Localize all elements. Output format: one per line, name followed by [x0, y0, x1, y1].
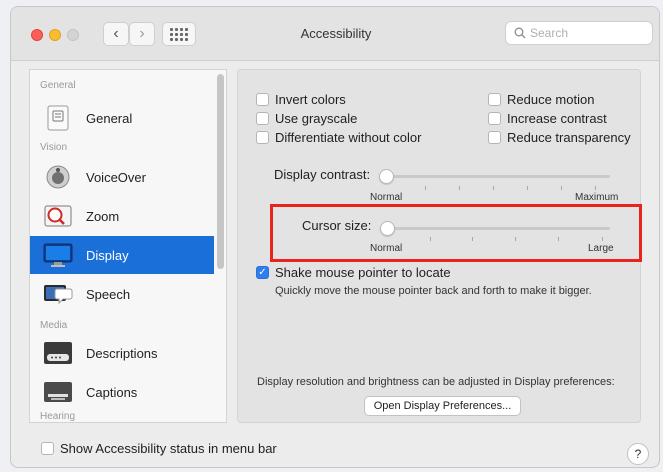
checkbox-box[interactable] — [488, 131, 501, 144]
cursor-size-highlight — [270, 204, 642, 262]
checkbox-label: Invert colors — [275, 92, 346, 107]
sidebar-item-label: Descriptions — [86, 345, 158, 361]
slider-tick — [459, 186, 460, 190]
checkbox-box[interactable] — [41, 442, 54, 455]
display-contrast-label: Display contrast: — [274, 167, 371, 182]
differentiate-without-color-checkbox[interactable]: Differentiate without color — [256, 130, 421, 145]
group-general-header: General — [40, 80, 76, 91]
sidebar-item-label: Speech — [86, 286, 131, 302]
checkbox-box[interactable]: ✓ — [256, 266, 269, 279]
display-prefs-note: Display resolution and brightness can be… — [257, 376, 615, 388]
show-status-in-menu-bar-checkbox[interactable]: Show Accessibility status in menu bar — [41, 441, 277, 456]
shake-description: Quickly move the mouse pointer back and … — [275, 285, 592, 297]
captions-icon — [42, 378, 74, 406]
invert-colors-checkbox[interactable]: Invert colors — [256, 92, 346, 107]
slider-knob[interactable] — [379, 169, 394, 184]
sidebar-item-speech[interactable]: Speech — [30, 275, 214, 313]
checkbox-box[interactable] — [256, 131, 269, 144]
checkbox-label: Use grayscale — [275, 111, 358, 126]
contrast-min-label: Normal — [370, 192, 403, 203]
speech-icon — [42, 280, 74, 308]
checkmark-icon: ✓ — [258, 267, 267, 278]
sidebar-item-zoom[interactable]: Zoom — [30, 197, 214, 235]
slider-tick — [561, 186, 562, 190]
slider-tick — [527, 186, 528, 190]
general-icon — [42, 104, 74, 132]
checkbox-box[interactable] — [256, 93, 269, 106]
help-button[interactable]: ? — [627, 443, 649, 465]
checkbox-label: Shake mouse pointer to locate — [275, 265, 451, 280]
checkbox-label: Reduce motion — [507, 92, 595, 107]
checkbox-label: Differentiate without color — [275, 130, 422, 145]
slider-tick — [425, 186, 426, 190]
reduce-motion-checkbox[interactable]: Reduce motion — [488, 92, 594, 107]
increase-contrast-checkbox[interactable]: Increase contrast — [488, 111, 607, 126]
sidebar-item-label: General — [86, 110, 133, 126]
sidebar-item-descriptions[interactable]: Descriptions — [30, 334, 214, 372]
checkbox-label: Increase contrast — [507, 111, 607, 126]
checkbox-box[interactable] — [488, 93, 501, 106]
group-vision-header: Vision — [40, 142, 68, 153]
search-input[interactable] — [530, 26, 640, 40]
sidebar-item-voiceover[interactable]: VoiceOver — [30, 158, 214, 196]
sidebar-item-label: Zoom — [86, 208, 120, 224]
checkbox-box[interactable] — [256, 112, 269, 125]
contrast-max-label: Maximum — [575, 192, 619, 203]
use-grayscale-checkbox[interactable]: Use grayscale — [256, 111, 357, 126]
checkbox-label: Show Accessibility status in menu bar — [60, 441, 277, 456]
slider-tick — [595, 186, 596, 190]
open-display-preferences-button[interactable]: Open Display Preferences... — [364, 396, 521, 416]
slider-tick — [493, 186, 494, 190]
checkbox-label: Reduce transparency — [507, 130, 631, 145]
sidebar-item-captions[interactable]: Captions — [30, 373, 214, 411]
search-field[interactable] — [505, 21, 653, 45]
shake-to-locate-checkbox[interactable]: ✓ Shake mouse pointer to locate — [256, 265, 451, 280]
descriptions-icon — [42, 339, 74, 367]
zoom-icon — [42, 202, 74, 230]
sidebar-item-label: VoiceOver — [86, 169, 146, 185]
group-hearing-header: Hearing — [40, 411, 76, 422]
sidebar-item-label: Display — [86, 247, 129, 263]
sidebar: General General Vision VoiceOver Zoom Di — [29, 69, 227, 423]
display-icon — [42, 241, 74, 269]
voiceover-icon — [42, 163, 74, 191]
search-icon — [514, 27, 526, 39]
sidebar-item-display[interactable]: Display — [30, 236, 214, 274]
title-bar: ‹ › Accessibility — [11, 7, 659, 61]
slider-track — [384, 175, 610, 178]
reduce-transparency-checkbox[interactable]: Reduce transparency — [488, 130, 631, 145]
checkbox-box[interactable] — [488, 112, 501, 125]
group-media-header: Media — [40, 320, 68, 331]
sidebar-item-general[interactable]: General — [30, 99, 214, 137]
sidebar-scrollbar[interactable] — [217, 74, 224, 269]
sidebar-item-label: Captions — [86, 384, 138, 400]
